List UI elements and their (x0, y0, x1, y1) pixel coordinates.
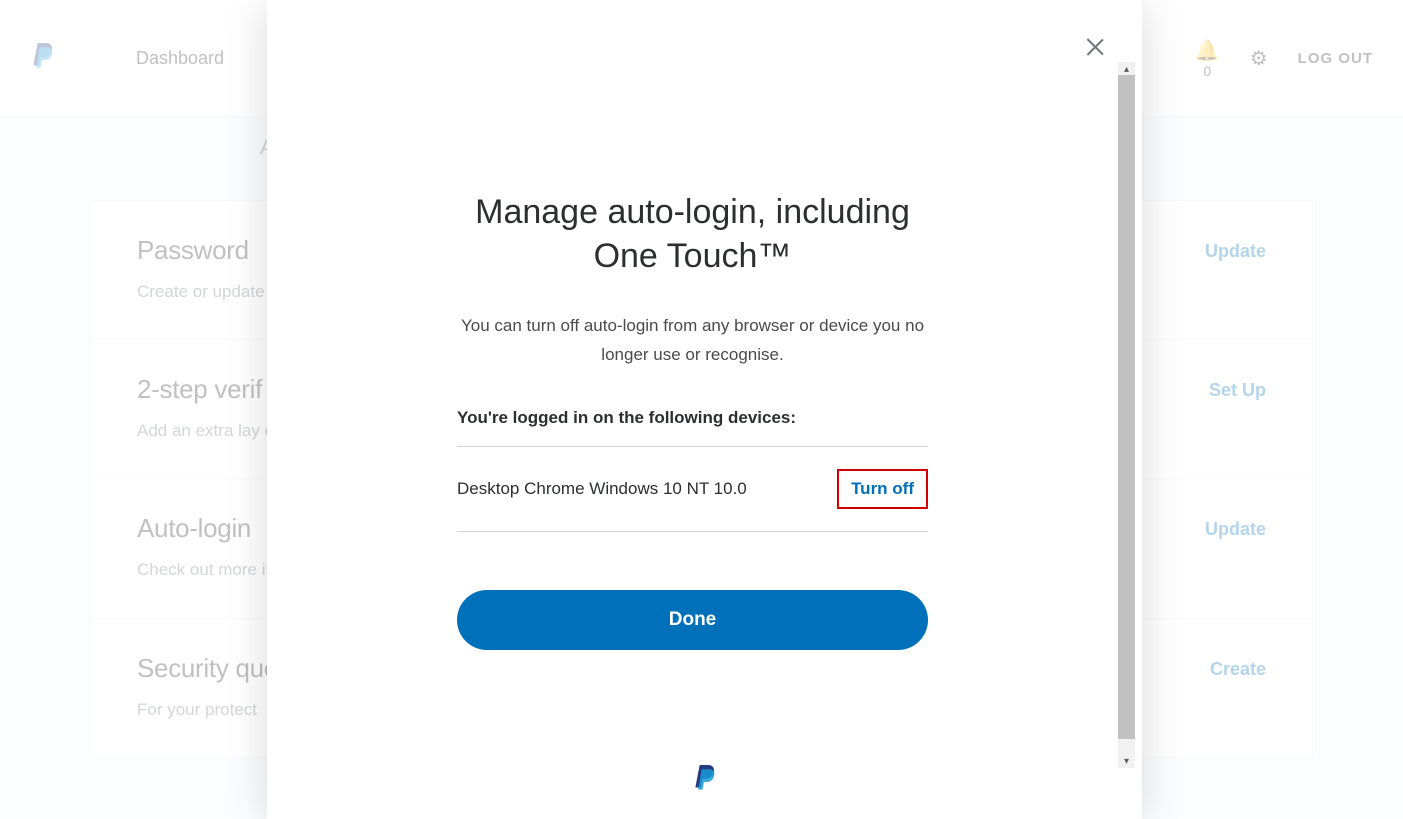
scroll-thumb[interactable] (1118, 75, 1135, 739)
scroll-up-icon[interactable]: ▴ (1118, 62, 1135, 76)
modal-content: Manage auto-login, including One Touch™ … (267, 0, 1118, 819)
paypal-logo-icon (692, 765, 718, 795)
modal-subtitle: You can turn off auto-login from any bro… (457, 312, 928, 370)
device-row: Desktop Chrome Windows 10 NT 10.0 Turn o… (457, 447, 928, 531)
turn-off-button[interactable]: Turn off (851, 479, 914, 499)
done-button[interactable]: Done (457, 590, 928, 650)
auto-login-modal: ▴ ▾ Manage auto-login, including One Tou… (267, 0, 1142, 819)
turn-off-highlight: Turn off (837, 469, 928, 509)
modal-scrollbar[interactable]: ▴ ▾ (1118, 63, 1135, 767)
device-name: Desktop Chrome Windows 10 NT 10.0 (457, 479, 747, 499)
devices-label: You're logged in on the following device… (457, 408, 928, 428)
scroll-down-icon[interactable]: ▾ (1118, 754, 1135, 768)
devices-list: Desktop Chrome Windows 10 NT 10.0 Turn o… (457, 446, 928, 532)
modal-title: Manage auto-login, including One Touch™ (457, 190, 928, 278)
